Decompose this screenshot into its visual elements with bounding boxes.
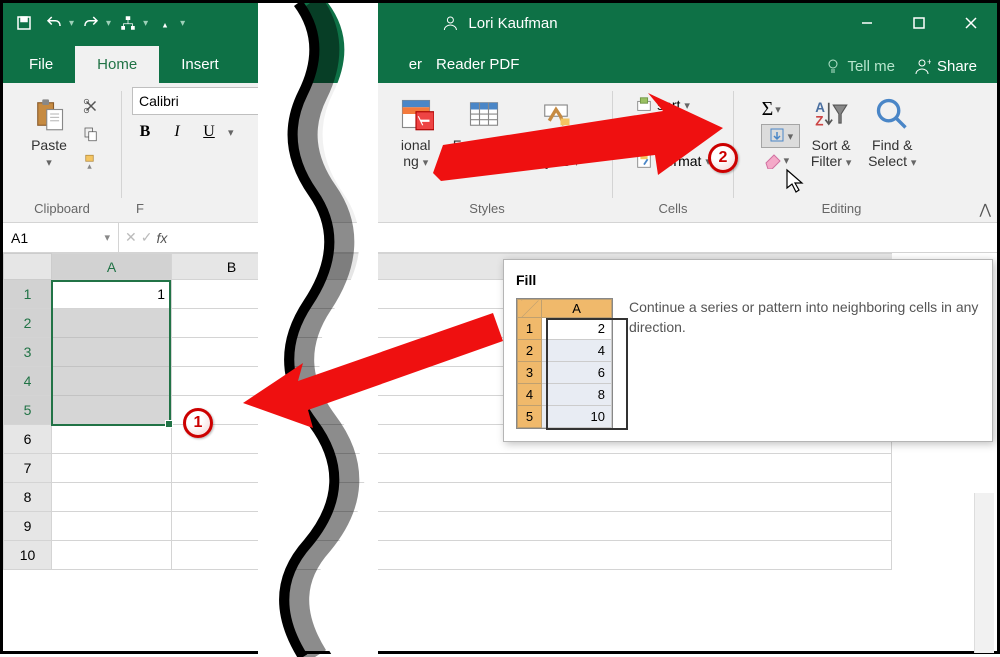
group-styles: ional ng ▾ Format as Table ▾ Cell Styles… [362, 83, 612, 222]
find-select-button[interactable]: Find & Select ▾ [862, 91, 922, 172]
fill-button[interactable]: ▾ [761, 124, 801, 148]
copy-icon[interactable] [80, 123, 102, 145]
minimize-button[interactable] [841, 3, 893, 43]
clear-button[interactable]: ▾ [761, 150, 791, 170]
row-header[interactable]: 9 [4, 512, 52, 541]
autosum-button[interactable]: Σ ▾ [761, 97, 782, 122]
cell-styles-icon [535, 93, 577, 135]
group-editing: Σ ▾ ▾ ▾ AZ Sort & Filter ▾ Find & Select… [734, 83, 949, 222]
touch-dropdown-icon[interactable]: ▾ [180, 18, 185, 29]
row-header[interactable]: 5 [4, 396, 52, 425]
svg-text:Z: Z [815, 113, 823, 128]
tooltip-preview-grid: A 12 24 36 48 510 [516, 298, 613, 429]
touch-mode-icon[interactable] [152, 10, 178, 36]
tab-reader-pdf[interactable]: Reader PDF [430, 46, 541, 83]
vertical-scrollbar[interactable] [974, 493, 994, 653]
eraser-icon [762, 151, 782, 169]
delete-cells-button[interactable]: Delete ▾ [633, 123, 709, 143]
redo-dropdown-icon[interactable]: ▾ [106, 18, 111, 29]
chevron-down-icon[interactable]: ▾ [228, 126, 234, 139]
conditional-formatting-icon [395, 93, 437, 135]
sort-filter-icon: AZ [810, 93, 852, 135]
row-header[interactable]: 2 [4, 309, 52, 338]
ribbon-tabs: File Home Insert er Reader PDF Tell me +… [3, 43, 997, 83]
cut-icon[interactable] [80, 95, 102, 117]
share-icon: + [913, 57, 931, 75]
window-title: Lori Kaufman [442, 15, 557, 32]
paste-button[interactable]: Paste▾ [22, 91, 76, 172]
bold-button[interactable]: B [132, 119, 158, 145]
select-all-corner[interactable] [4, 254, 52, 280]
chevron-down-icon[interactable]: ▾ [104, 231, 110, 244]
cell-styles-button[interactable]: Cell Styles ▾ [526, 91, 586, 172]
italic-button[interactable]: I [164, 119, 190, 145]
share-button[interactable]: + Share [913, 57, 977, 75]
conditional-formatting-button[interactable]: ional ng ▾ [389, 91, 443, 172]
insert-cells-button[interactable]: sert ▾ [633, 95, 692, 115]
group-label-cells: Cells [619, 201, 727, 218]
row-header[interactable]: 4 [4, 367, 52, 396]
row-header[interactable]: 1 [4, 280, 52, 309]
row-header[interactable]: 3 [4, 338, 52, 367]
quick-access-toolbar: ▾ ▾ ▾ ▾ [3, 10, 193, 36]
sort-filter-button[interactable]: AZ Sort & Filter ▾ [804, 91, 858, 172]
undo-dropdown-icon[interactable]: ▾ [69, 18, 74, 29]
cancel-formula-icon[interactable]: ✕ [125, 229, 137, 246]
ribbon: Paste▾ Clipboard Calibri B I U ▾ F [3, 83, 997, 223]
group-label-editing: Editing [740, 201, 943, 218]
lightbulb-icon [825, 58, 841, 74]
group-label-clipboard: Clipboard [9, 201, 115, 218]
group-font: Calibri B I U ▾ F [122, 83, 272, 222]
maximize-button[interactable] [893, 3, 945, 43]
cell-a1[interactable]: 1 [52, 280, 172, 309]
chevron-down-icon: ▾ [46, 157, 52, 169]
group-label-styles: Styles [368, 201, 606, 218]
table-icon [463, 93, 505, 135]
tell-me[interactable]: Tell me [825, 58, 895, 75]
org-dropdown-icon[interactable]: ▾ [143, 18, 148, 29]
magnifier-icon [871, 93, 913, 135]
tab-insert[interactable]: Insert [159, 46, 241, 83]
title-bar: ▾ ▾ ▾ ▾ Lori Kaufman [3, 3, 997, 43]
fx-icon[interactable]: fx [156, 230, 167, 246]
tooltip-text: Continue a series or pattern into neighb… [629, 298, 980, 429]
row-header[interactable]: 10 [4, 541, 52, 570]
formula-buttons: ✕ ✓ fx [119, 223, 173, 252]
user-icon [442, 15, 458, 31]
fill-tooltip: Fill A 12 24 36 48 510 Continue a series… [503, 259, 993, 442]
group-clipboard: Paste▾ Clipboard [3, 83, 121, 222]
collapse-ribbon-icon[interactable]: ⋀ [980, 201, 991, 218]
tab-file[interactable]: File [7, 46, 75, 83]
formula-bar: A1▾ ✕ ✓ fx [3, 223, 997, 253]
svg-text:+: + [927, 57, 931, 67]
org-chart-icon[interactable] [115, 10, 141, 36]
underline-button[interactable]: U [196, 119, 222, 145]
redo-icon[interactable] [78, 10, 104, 36]
tab-er-partial: er [401, 46, 430, 83]
font-name-selector[interactable]: Calibri [132, 87, 262, 115]
undo-icon[interactable] [41, 10, 67, 36]
tab-home[interactable]: Home [75, 46, 159, 83]
save-icon[interactable] [11, 10, 37, 36]
row-header[interactable]: 8 [4, 483, 52, 512]
col-header-b[interactable]: B [172, 254, 292, 280]
row-header[interactable]: 6 [4, 425, 52, 454]
close-button[interactable] [945, 3, 997, 43]
fill-down-icon [768, 127, 786, 145]
row-header[interactable]: 7 [4, 454, 52, 483]
format-painter-icon[interactable] [80, 151, 102, 173]
enter-formula-icon[interactable]: ✓ [141, 229, 153, 246]
window-controls [841, 3, 997, 43]
format-cells-button[interactable]: Format ▾ [633, 151, 713, 171]
paste-icon [28, 93, 70, 135]
col-header-a[interactable]: A [52, 254, 172, 280]
callout-2: 2 [708, 143, 738, 173]
tooltip-title: Fill [516, 272, 980, 288]
name-box[interactable]: A1▾ [3, 223, 119, 252]
callout-1: 1 [183, 408, 213, 438]
format-as-table-button[interactable]: Format as Table ▾ [447, 91, 522, 172]
